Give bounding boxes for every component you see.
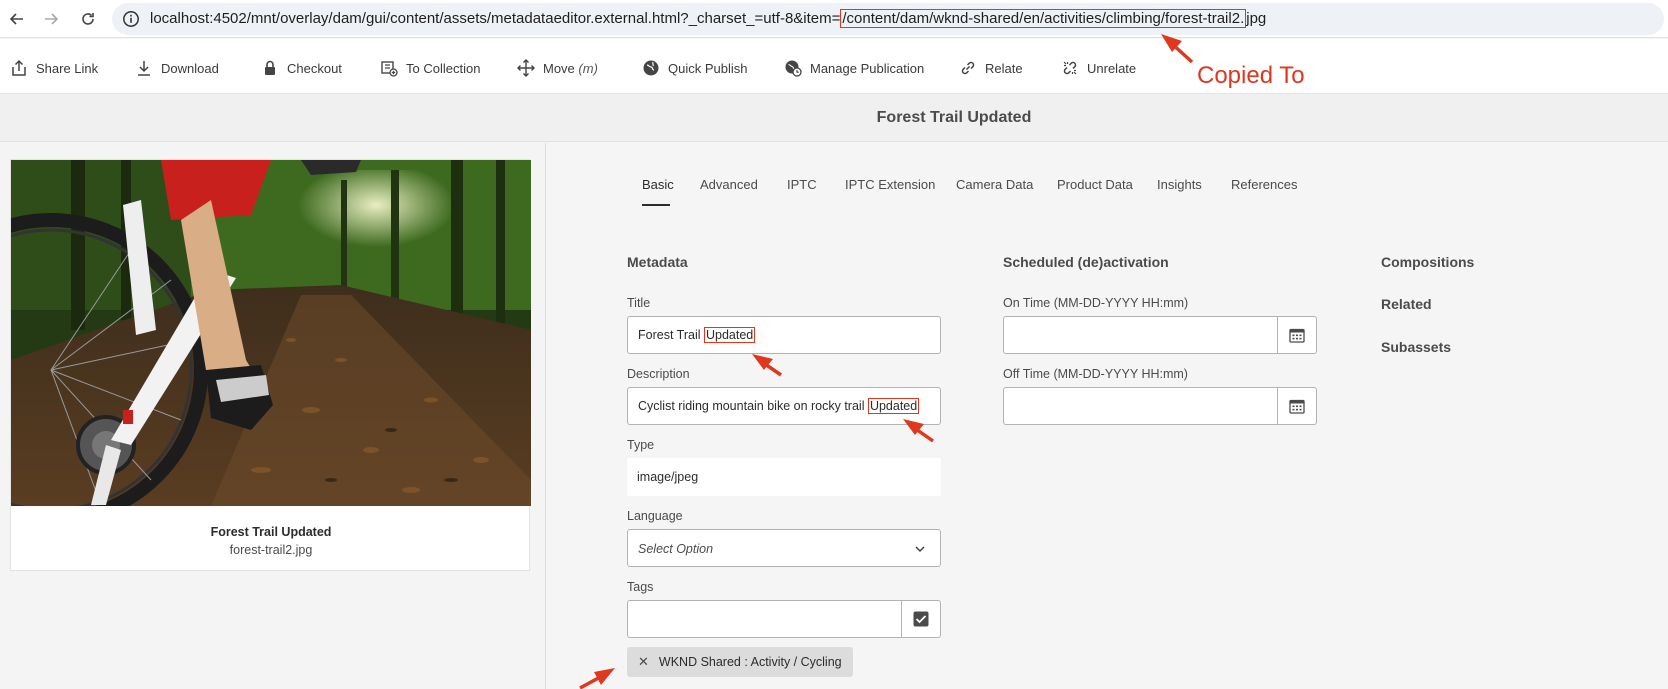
move-label: Move (m): [543, 60, 598, 76]
tab-references[interactable]: References: [1231, 177, 1297, 192]
language-label: Language: [627, 509, 683, 523]
back-button[interactable]: [6, 8, 28, 30]
download-button[interactable]: Download: [135, 58, 219, 78]
asset-thumbnail: [11, 160, 531, 506]
asset-card-title: Forest Trail Updated: [210, 525, 332, 539]
language-placeholder: Select Option: [638, 542, 714, 556]
tab-basic[interactable]: Basic: [642, 177, 674, 192]
reload-icon: [82, 13, 94, 25]
checkbox-check-icon: [913, 611, 929, 627]
asset-preview-panel: Forest Trail Updated forest-trail2.jpg: [0, 143, 546, 689]
description-label: Description: [627, 367, 690, 381]
share-link-button[interactable]: Share Link: [10, 58, 98, 78]
move-shortcut: (m): [578, 60, 598, 76]
move-button[interactable]: Move (m): [517, 58, 598, 78]
type-value: image/jpeg: [637, 470, 699, 484]
off-time-label: Off Time (MM-DD-YYYY HH:mm): [1003, 367, 1188, 381]
info-icon[interactable]: [122, 10, 140, 28]
share-icon: [12, 59, 26, 76]
url-text[interactable]: localhost:4502/mnt/overlay/dam/gui/conte…: [150, 9, 1267, 28]
tag-chip-label: WKND Shared : Activity / Cycling: [658, 655, 842, 669]
calendar-icon: [1289, 399, 1305, 414]
quick-publish-label: Quick Publish: [668, 60, 748, 76]
share-link-label: Share Link: [36, 60, 99, 76]
download-icon: [138, 61, 150, 76]
remove-tag-icon[interactable]: ✕: [638, 654, 649, 670]
unrelate-button[interactable]: Unrelate: [1061, 58, 1136, 78]
relate-label: Relate: [985, 60, 1023, 76]
chevron-down-icon: [915, 546, 925, 553]
address-bar[interactable]: localhost:4502/mnt/overlay/dam/gui/conte…: [112, 3, 1664, 35]
off-time-calendar-button[interactable]: [1277, 388, 1316, 424]
copied-to-annotation: Copied To: [1197, 62, 1305, 89]
asset-card-filename: forest-trail2.jpg: [229, 543, 313, 557]
tags-label: Tags: [627, 580, 654, 594]
tab-product-data[interactable]: Product Data: [1057, 177, 1133, 192]
calendar-icon: [1289, 328, 1305, 343]
type-label: Type: [627, 438, 655, 452]
on-time-calendar-button[interactable]: [1277, 317, 1316, 353]
tag-chip[interactable]: ✕ WKND Shared : Activity / Cycling: [627, 647, 853, 677]
browser-toolbar: localhost:4502/mnt/overlay/dam/gui/conte…: [0, 0, 1668, 38]
description-updated-highlight: Updated: [867, 398, 920, 414]
tab-iptc[interactable]: IPTC: [787, 177, 817, 192]
quick-publish-button[interactable]: Quick Publish: [642, 58, 747, 78]
arrow-right-icon: [45, 13, 59, 25]
reload-button[interactable]: [77, 8, 99, 30]
url-highlighted-path: /content/dam/wknd-shared/en/activities/c…: [840, 9, 1247, 28]
on-time-input[interactable]: [1003, 316, 1317, 354]
title-bar: Forest Trail Updated: [0, 94, 1668, 142]
related-link[interactable]: Related: [1381, 296, 1432, 312]
url-prefix: localhost:4502/mnt/overlay/dam/gui/conte…: [150, 10, 841, 27]
checkout-button[interactable]: Checkout: [261, 58, 342, 78]
tab-advanced[interactable]: Advanced: [700, 177, 758, 192]
relate-button[interactable]: Relate: [959, 58, 1023, 78]
link-icon: [961, 61, 975, 75]
tab-camera-data[interactable]: Camera Data: [956, 177, 1033, 192]
title-input[interactable]: Forest Trail Updated: [627, 316, 941, 354]
page-title: Forest Trail Updated: [876, 109, 1032, 126]
title-updated-highlight: Updated: [704, 327, 756, 343]
tags-picker-button[interactable]: [901, 601, 940, 637]
url-suffix: jpg: [1246, 10, 1267, 27]
manage-publication-label: Manage Publication: [810, 60, 925, 76]
globe-icon: [643, 60, 659, 76]
tags-input[interactable]: [627, 600, 941, 638]
forward-button[interactable]: [40, 8, 62, 30]
tab-iptc-extension[interactable]: IPTC Extension: [845, 177, 935, 192]
language-select[interactable]: Select Option: [627, 529, 941, 567]
asset-card[interactable]: Forest Trail Updated forest-trail2.jpg: [10, 159, 531, 571]
collection-add-icon: [381, 61, 398, 77]
tab-insights[interactable]: Insights: [1157, 177, 1202, 192]
checkout-label: Checkout: [287, 60, 342, 76]
off-time-input[interactable]: [1003, 387, 1317, 425]
download-label: Download: [161, 60, 219, 76]
to-collection-button[interactable]: To Collection: [380, 58, 480, 78]
compositions-link[interactable]: Compositions: [1381, 254, 1474, 270]
unrelate-label: Unrelate: [1087, 60, 1137, 76]
type-field: image/jpeg: [627, 458, 941, 496]
arrow-left-icon: [9, 13, 23, 25]
globe-clock-icon: [785, 60, 802, 77]
to-collection-label: To Collection: [406, 60, 481, 76]
move-icon: [517, 59, 535, 77]
on-time-label: On Time (MM-DD-YYYY HH:mm): [1003, 296, 1189, 310]
metadata-heading: Metadata: [627, 254, 688, 270]
subassets-link[interactable]: Subassets: [1381, 339, 1451, 355]
description-value: Cyclist riding mountain bike on rocky tr…: [638, 398, 920, 414]
action-bar: Share Link Download Checkout To Collecti…: [0, 39, 1668, 94]
description-input[interactable]: Cyclist riding mountain bike on rocky tr…: [627, 387, 941, 425]
metadata-editor-panel: Basic Advanced IPTC IPTC Extension Camer…: [547, 143, 1668, 689]
lock-icon: [265, 60, 275, 75]
manage-publication-button[interactable]: Manage Publication: [784, 58, 924, 78]
title-label: Title: [627, 296, 651, 310]
active-tab-indicator: [642, 204, 670, 206]
cyclist-photo-image: [11, 160, 531, 506]
scheduled-heading: Scheduled (de)activation: [1003, 254, 1169, 270]
unlink-icon: [1063, 61, 1077, 75]
title-value: Forest Trail Updated: [638, 327, 756, 343]
